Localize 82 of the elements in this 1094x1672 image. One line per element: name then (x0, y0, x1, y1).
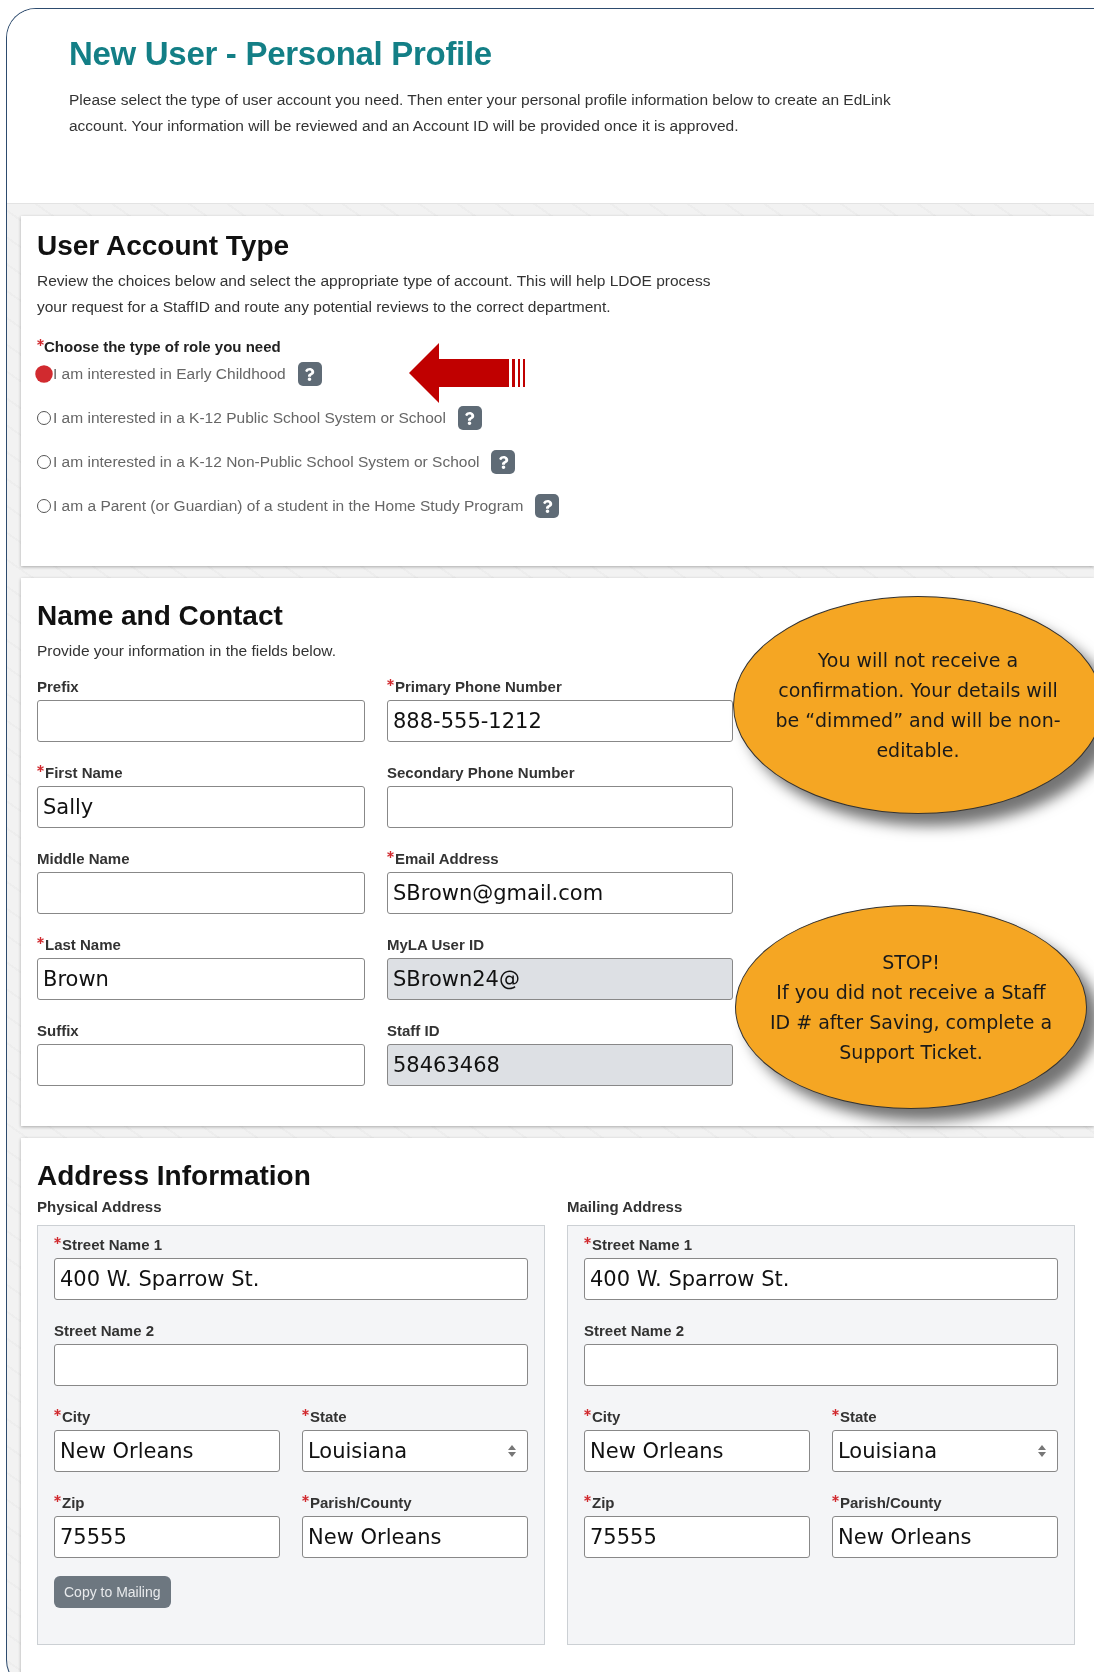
radio-button[interactable] (37, 455, 51, 469)
field-label: Parish/County (832, 1494, 1058, 1511)
input-field[interactable] (387, 786, 733, 828)
section-title: Address Information (37, 1160, 312, 1192)
field-label: Suffix (37, 1022, 80, 1039)
field-label: First Name (37, 764, 365, 781)
help-icon[interactable] (535, 494, 560, 518)
radio-label[interactable]: I am interested in a K-12 Public School System or School (53, 409, 446, 427)
field-label: State (302, 1408, 528, 1425)
input-field[interactable]: 75555 (54, 1516, 280, 1558)
field-label: Staff ID (387, 1022, 441, 1039)
input-field[interactable]: SBrown@gmail.com (387, 872, 733, 914)
input-field[interactable]: New Orleans (54, 1430, 280, 1472)
required-icon (832, 1409, 839, 1416)
input-field[interactable] (37, 700, 365, 742)
field-label: City (54, 1408, 280, 1425)
field-label: State (832, 1408, 1058, 1425)
radio-label[interactable]: I am a Parent (or Guardian) of a student in the Home Study Program (53, 497, 524, 515)
state-select[interactable]: Louisiana (832, 1430, 1058, 1472)
input-field[interactable]: Sally (37, 786, 365, 828)
field-label: MyLA User ID (387, 936, 485, 953)
radio-button[interactable] (35, 365, 53, 383)
input-field[interactable]: New Orleans (832, 1516, 1058, 1558)
help-icon[interactable] (297, 362, 322, 386)
required-icon (387, 679, 394, 686)
field-label: Email Address (387, 850, 733, 867)
section-title: User Account Type (37, 230, 291, 262)
field-label: Prefix (37, 678, 80, 695)
field-label: Street Name 2 (54, 1322, 156, 1339)
required-icon (54, 1237, 61, 1244)
page-title: New User - Personal Profile (69, 35, 493, 73)
radio-button[interactable] (37, 411, 51, 425)
sort-icon (508, 1445, 516, 1457)
required-icon (54, 1495, 61, 1502)
page-description: Please select the type of user account you need. Then enter your personal profile information below to create an EdLink account. Your information will be reviewed and an Account ID will be provided once it is approved. (69, 90, 892, 136)
input-field[interactable] (584, 1344, 1058, 1386)
required-icon (584, 1237, 591, 1244)
field-label: Zip (54, 1494, 280, 1511)
input-field[interactable]: 400 W. Sparrow St. (54, 1258, 528, 1300)
input-field[interactable] (37, 1044, 365, 1086)
input-field[interactable]: Brown (37, 958, 365, 1000)
field-label: City (584, 1408, 810, 1425)
input-field[interactable]: New Orleans (584, 1430, 810, 1472)
input-field[interactable]: New Orleans (302, 1516, 528, 1558)
input-field[interactable] (37, 872, 365, 914)
section-description: Review the choices below and select the appropriate type of account. This will help LDOE process your request for a StaffID and route any potential reviews to the correct department. (37, 271, 712, 317)
field-label: Street Name 1 (54, 1236, 528, 1253)
required-icon (54, 1409, 61, 1416)
required-icon (584, 1495, 591, 1502)
required-icon (832, 1495, 839, 1502)
input-field[interactable] (54, 1344, 528, 1386)
section-title: Name and Contact (37, 600, 284, 632)
radio-label[interactable]: I am interested in Early Childhood (53, 365, 286, 383)
input-field[interactable]: 75555 (584, 1516, 810, 1558)
required-icon (584, 1409, 591, 1416)
group-title: Physical Address (37, 1198, 163, 1215)
input-field[interactable]: 888-555-1212 (387, 700, 733, 742)
field-label: Parish/County (302, 1494, 528, 1511)
section-description: Provide your information in the fields below. (37, 641, 337, 661)
required-icon (37, 937, 44, 944)
required-icon (387, 851, 394, 858)
radio-label[interactable]: I am interested in a K-12 Non-Public School System or School (53, 453, 480, 471)
required-icon (302, 1495, 309, 1502)
required-icon (302, 1409, 309, 1416)
help-icon[interactable] (457, 406, 482, 430)
field-label: Zip (584, 1494, 810, 1511)
field-label: Primary Phone Number (387, 678, 733, 695)
help-icon[interactable] (491, 450, 516, 474)
input-field[interactable]: 400 W. Sparrow St. (584, 1258, 1058, 1300)
field-label: Middle Name (37, 850, 131, 867)
field-label: Last Name (37, 936, 365, 953)
required-icon (37, 339, 44, 346)
group-title: Mailing Address (567, 1198, 684, 1215)
field-label: Street Name 2 (584, 1322, 686, 1339)
field-label: Secondary Phone Number (387, 764, 576, 781)
state-select[interactable]: Louisiana (302, 1430, 528, 1472)
required-icon (37, 765, 44, 772)
sort-icon (1038, 1445, 1046, 1457)
question-label: Choose the type of role you need (37, 338, 1074, 355)
radio-button[interactable] (37, 499, 51, 513)
field-label: Street Name 1 (584, 1236, 1058, 1253)
copy-button[interactable]: Copy to Mailing (54, 1576, 171, 1608)
